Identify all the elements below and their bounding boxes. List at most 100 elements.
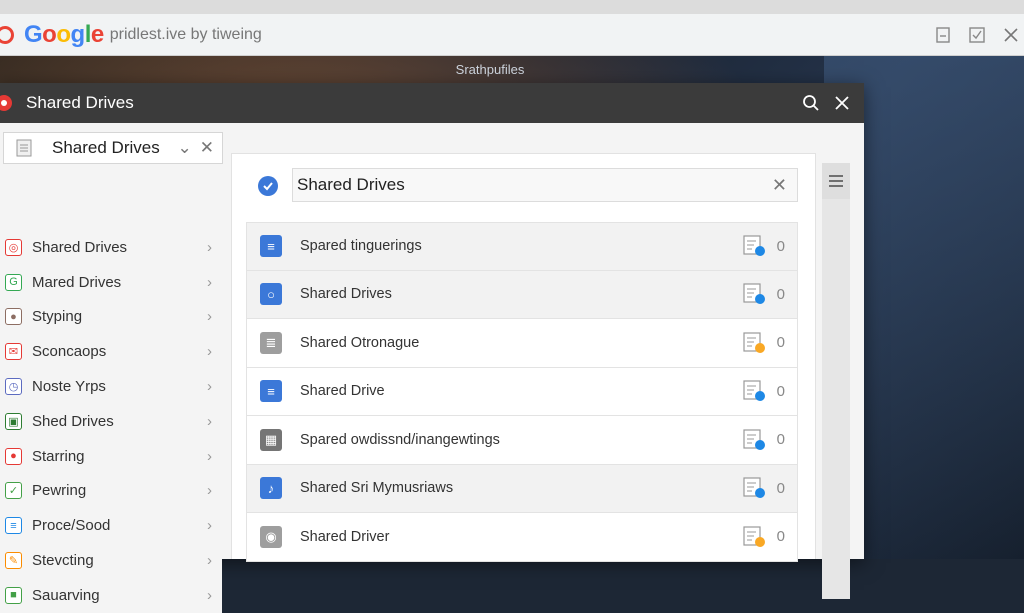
chevron-right-icon: › (207, 482, 212, 500)
sidebar-item-label: Shed Drives (32, 412, 114, 430)
details-icon[interactable] (743, 283, 767, 305)
row-count: 0 (776, 285, 785, 303)
chevron-right-icon: › (207, 238, 212, 256)
sidebar-item[interactable]: ✓ Pewring › (0, 473, 222, 509)
sidebar-item[interactable]: G Mared Drives › (0, 264, 222, 300)
sidebar-item[interactable]: ● Starring › (0, 438, 222, 474)
row-count: 0 (776, 237, 785, 255)
sidebar-list: ◎ Shared Drives › G Mared Drives › ● Styping › ✉ S… (0, 230, 222, 613)
sidebar-item[interactable]: ≡ Proce/Sood › (0, 508, 222, 544)
green-icon: ■ (5, 586, 22, 604)
row-actions: 0 (743, 271, 785, 319)
sidebar-item-label: Styping (32, 308, 83, 326)
chevron-right-icon: › (207, 447, 212, 465)
browser-favicon-icon (0, 25, 14, 44)
check-circle-icon[interactable] (258, 176, 278, 196)
google-logo[interactable]: Google (24, 21, 104, 49)
search-icon[interactable] (802, 94, 820, 112)
drive-icon: ○ (260, 283, 282, 306)
menu-icon[interactable] (822, 163, 850, 199)
pen-icon: ✎ (5, 552, 22, 570)
file-name: Shared Drive (300, 383, 385, 400)
window-body: Shared Drives ⌄ ✕ ◎ Shared Drives › G Mared … (0, 123, 864, 613)
file-row[interactable]: ◉ Shared Driver 0 (246, 513, 798, 562)
cursor-doc-icon: ≣ (260, 331, 282, 354)
chevron-right-icon: › (207, 412, 212, 430)
sidebar-item-label: Sauarving (32, 586, 100, 604)
browser-toolbar: Google pridlest.ive by tiweing (0, 14, 1024, 56)
sidebar-item[interactable]: ◎ Shared Drives › (0, 230, 222, 265)
search-input[interactable]: Shared Drives ✕ (292, 168, 798, 202)
row-count: 0 (776, 528, 785, 546)
file-name: Shared Sri Mymusriaws (300, 480, 454, 497)
chevron-right-icon: › (207, 343, 212, 361)
sidebar-item-label: Mared Drives (32, 273, 122, 291)
sidebar-item-label: Shared Drives (32, 238, 128, 256)
file-row[interactable]: ♪ Shared Sri Mymusriaws 0 (246, 464, 798, 513)
check-icon: ✓ (5, 482, 22, 500)
details-icon[interactable] (743, 380, 767, 402)
sidebar-item[interactable]: ▣ Shed Drives › (0, 403, 222, 439)
list-icon: ≡ (5, 517, 22, 535)
row-actions: 0 (743, 319, 785, 367)
instagram-icon: ◎ (5, 238, 22, 256)
drive-select[interactable]: Shared Drives ⌄ ✕ (3, 132, 223, 164)
details-icon[interactable] (743, 235, 767, 257)
file-row[interactable]: ○ Shared Drives 0 (246, 270, 798, 319)
file-name: Shared Driver (300, 528, 390, 545)
page-icon: ≡ (260, 380, 282, 403)
row-count: 0 (776, 382, 785, 400)
details-icon[interactable] (743, 526, 767, 548)
close-window-icon[interactable] (834, 95, 850, 111)
file-row[interactable]: ≡ Shared Drive 0 (246, 367, 798, 416)
row-actions: 0 (743, 223, 785, 270)
scrollbar[interactable] (822, 163, 850, 599)
sidebar-item[interactable]: ● Styping › (0, 299, 222, 335)
desktop-label: Srathpufiles (455, 62, 525, 77)
window-titlebar: Shared Drives (0, 83, 864, 123)
details-icon[interactable] (743, 429, 767, 451)
drive-select-label: Shared Drives (52, 138, 160, 157)
details-icon[interactable] (743, 477, 767, 499)
details-icon[interactable] (743, 332, 767, 354)
address-text[interactable]: pridlest.ive by tiweing (110, 26, 262, 44)
chevron-right-icon: › (207, 308, 212, 326)
doc-icon: ≡ (260, 235, 282, 258)
clear-icon[interactable]: ✕ (200, 138, 214, 158)
document-icon[interactable] (934, 26, 952, 44)
disk-icon: ◉ (260, 525, 282, 548)
checkbox-icon[interactable] (968, 26, 986, 44)
chevron-right-icon: › (207, 273, 212, 291)
row-actions: 0 (743, 416, 785, 464)
file-name: Spared owdissnd/inangewtings (300, 431, 500, 448)
sidebar-item-label: Stevcting (32, 552, 94, 570)
camera-icon: ▣ (5, 412, 22, 430)
file-row[interactable]: ≣ Shared Otronague 0 (246, 319, 798, 368)
g-icon: G (5, 273, 22, 291)
row-actions: 0 (743, 368, 785, 416)
clock-icon: ◷ (5, 378, 22, 396)
clear-search-icon[interactable]: ✕ (772, 175, 787, 196)
sidebar-item[interactable]: ■ Sauarving › (0, 577, 222, 613)
sidebar-item-label: Sconcaops (32, 343, 107, 361)
sidebar-item-label: Pewring (32, 482, 87, 500)
sidebar: Shared Drives ⌄ ✕ ◎ Shared Drives › G Mared … (0, 123, 226, 613)
row-actions: 0 (743, 513, 785, 561)
shared-drives-window: Shared Drives Shared Drives ⌄ ✕ ◎ Shared … (0, 83, 864, 613)
chevron-down-icon[interactable]: ⌄ (178, 138, 192, 158)
file-row[interactable]: ▦ Spared owdissnd/inangewtings 0 (246, 416, 798, 465)
apple-icon: ● (5, 447, 22, 465)
sidebar-item[interactable]: ✉ Sconcaops › (0, 334, 222, 370)
sidebar-item[interactable]: ◷ Noste Yrps › (0, 369, 222, 404)
sidebar-item-label: Proce/Sood (32, 517, 111, 535)
file-name: Shared Otronague (300, 334, 420, 351)
file-list: ≡ Spared tinguerings 0 ○ Shared Drives 0 ≣ Shar… (246, 222, 798, 562)
search-row: Shared Drives ✕ (246, 168, 800, 204)
sidebar-item[interactable]: ✎ Stevcting › (0, 543, 222, 578)
chevron-right-icon: › (207, 552, 212, 570)
chevron-right-icon: › (207, 517, 212, 535)
file-row[interactable]: ≡ Spared tinguerings 0 (246, 222, 798, 271)
close-icon[interactable] (1002, 26, 1020, 44)
window-title: Shared Drives (26, 93, 134, 112)
chevron-right-icon: › (207, 586, 212, 604)
